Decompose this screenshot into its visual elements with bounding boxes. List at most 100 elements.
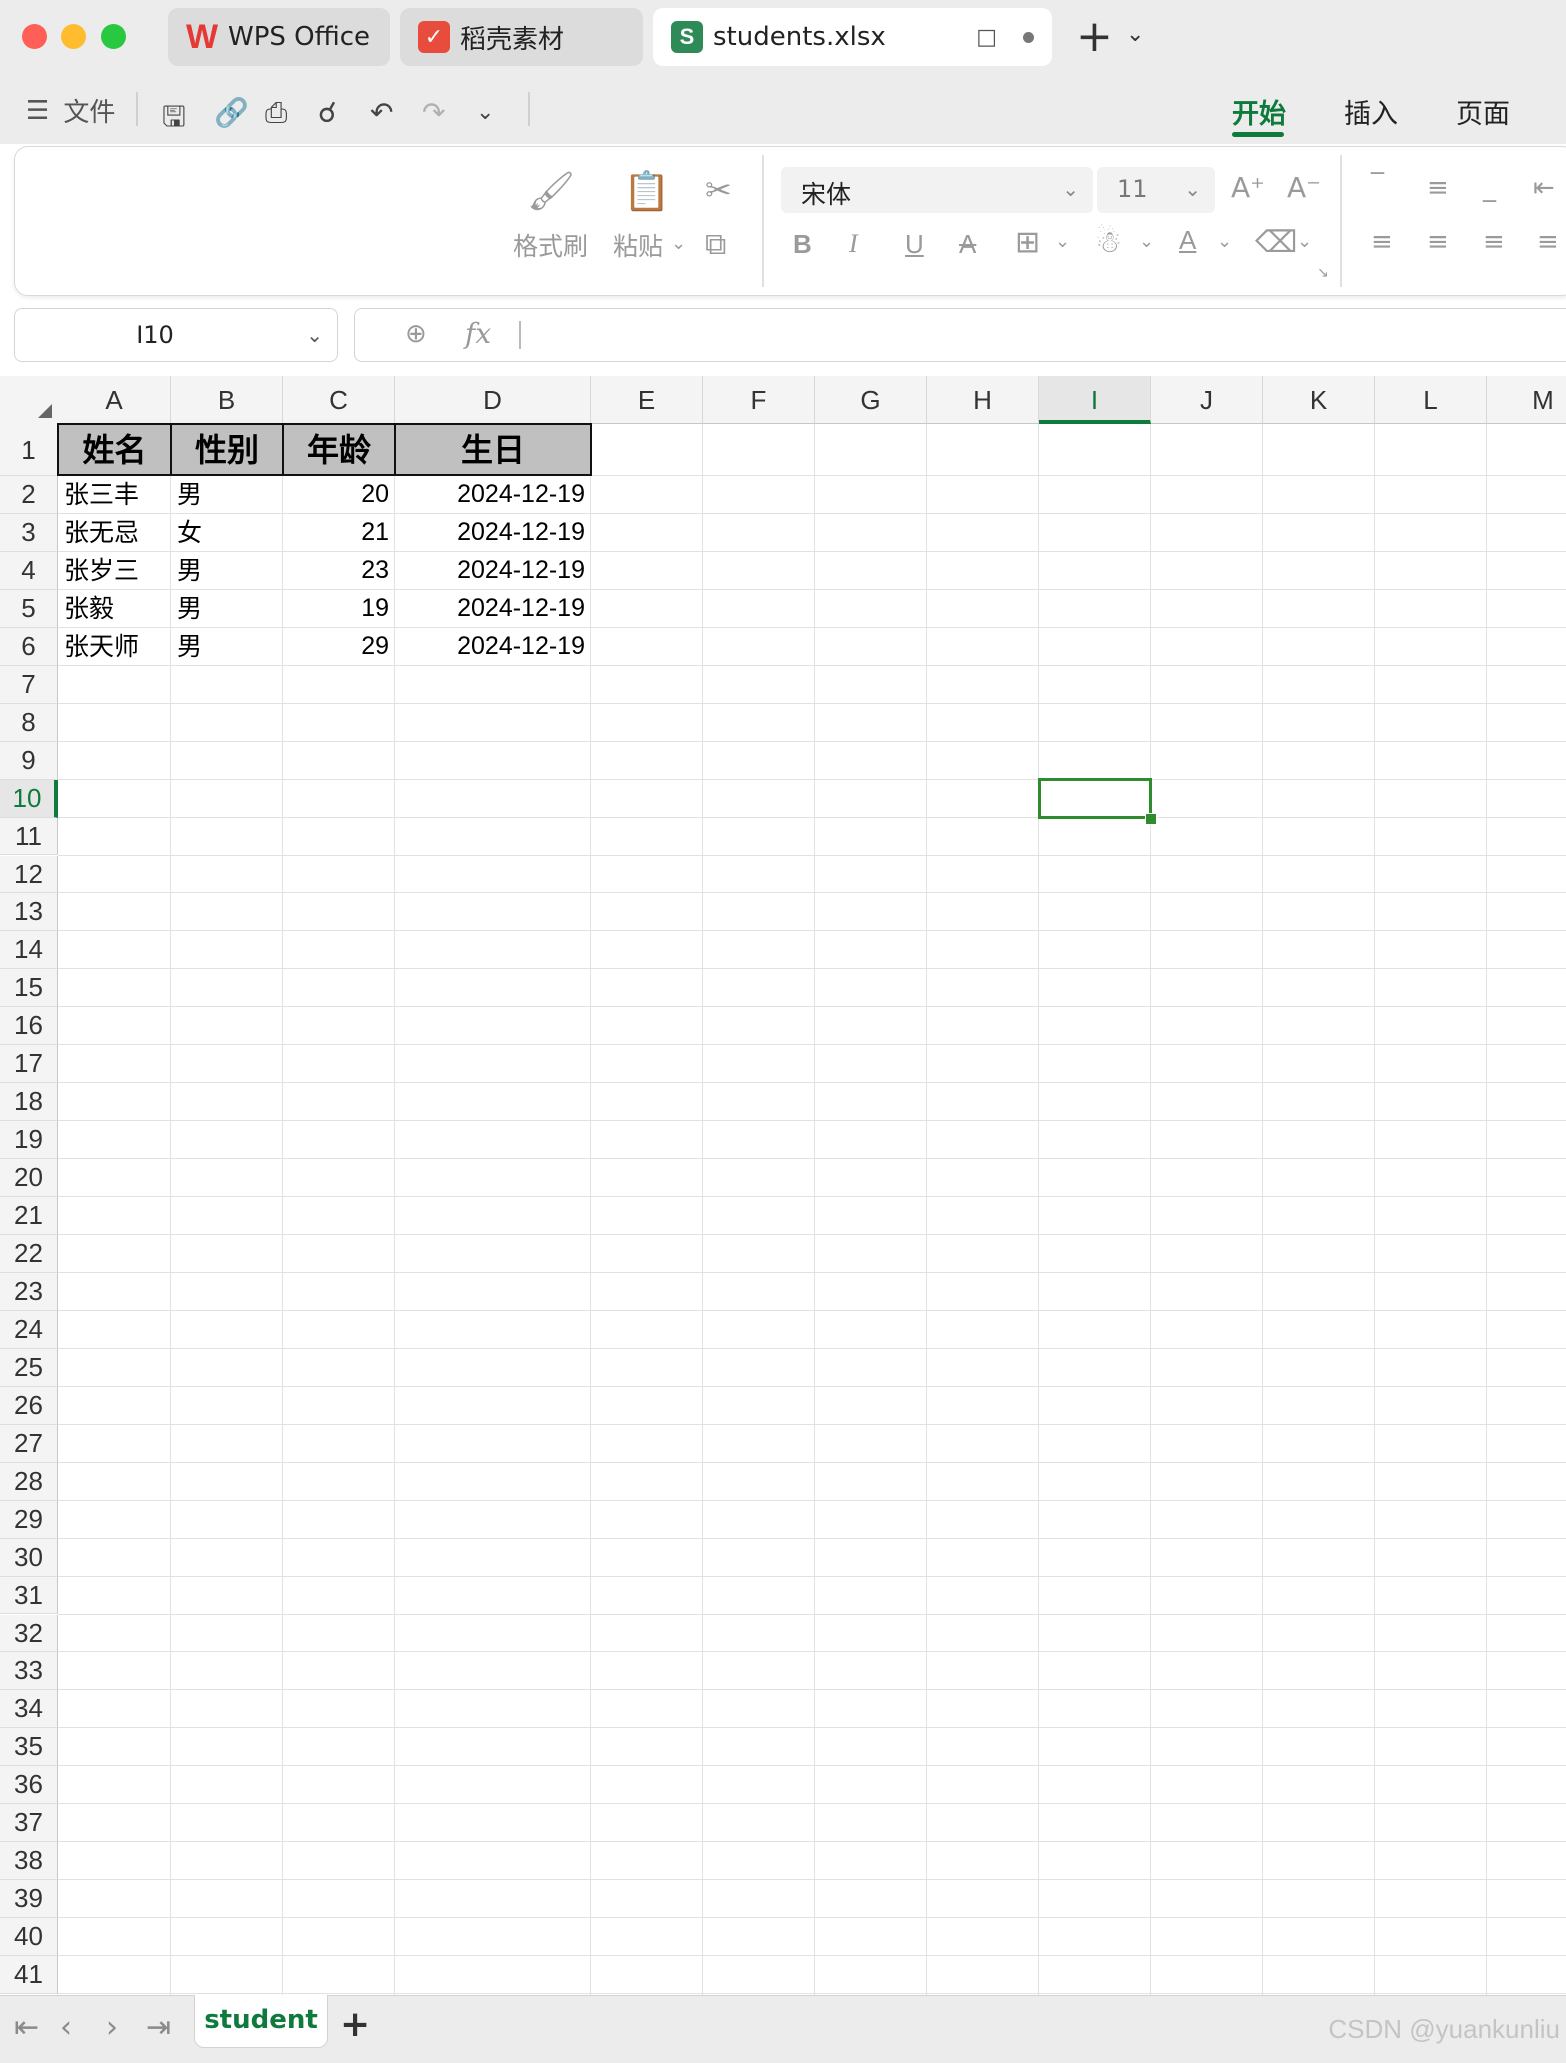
row-header-9[interactable]: 9: [0, 741, 58, 780]
row-header-38[interactable]: 38: [0, 1842, 58, 1881]
column-header-m[interactable]: M: [1487, 376, 1566, 424]
column-header-i[interactable]: I: [1039, 376, 1151, 424]
row-header-14[interactable]: 14: [0, 931, 58, 970]
column-header-l[interactable]: L: [1375, 376, 1487, 424]
row-header-40[interactable]: 40: [0, 1918, 58, 1957]
tab-wps-office[interactable]: W WPS Office: [168, 8, 390, 66]
row-header-18[interactable]: 18: [0, 1083, 58, 1122]
chevron-down-icon[interactable]: ⌄: [1297, 231, 1312, 252]
column-header-a[interactable]: A: [58, 376, 171, 424]
print-icon[interactable]: ⎙: [265, 96, 287, 130]
row-header-29[interactable]: 29: [0, 1500, 58, 1539]
decrease-font-icon[interactable]: A⁻: [1287, 171, 1321, 204]
row-header-31[interactable]: 31: [0, 1576, 58, 1615]
row-header-8[interactable]: 8: [0, 703, 58, 742]
fill-handle[interactable]: [1145, 812, 1157, 825]
paste-icon[interactable]: 📋: [623, 169, 670, 214]
undo-icon[interactable]: ↶: [370, 96, 393, 129]
italic-icon[interactable]: I: [849, 229, 858, 259]
chevron-down-icon[interactable]: ⌄: [1139, 231, 1154, 252]
chevron-down-icon[interactable]: ⌄: [1217, 231, 1232, 252]
table-cell[interactable]: 张岁三: [58, 552, 177, 590]
table-cell[interactable]: 张无忌: [58, 514, 177, 552]
table-cell[interactable]: 23: [283, 552, 395, 590]
table-cell[interactable]: 2024-12-19: [395, 476, 591, 514]
row-header-11[interactable]: 11: [0, 817, 58, 856]
row-header-16[interactable]: 16: [0, 1007, 58, 1046]
table-header-cell[interactable]: 年龄: [282, 423, 396, 476]
tab-insert[interactable]: 插入: [1344, 92, 1398, 131]
name-box[interactable]: I10 ⌄: [14, 308, 338, 362]
align-center-icon[interactable]: ≡: [1427, 227, 1449, 257]
add-sheet-button[interactable]: +: [340, 2004, 370, 2045]
column-header-g[interactable]: G: [815, 376, 927, 424]
column-header-h[interactable]: H: [927, 376, 1039, 424]
column-header-f[interactable]: F: [703, 376, 815, 424]
zoom-icon[interactable]: ⊕: [405, 319, 427, 349]
chevron-down-icon[interactable]: ⌄: [1055, 231, 1070, 252]
print-preview-icon[interactable]: ☌: [318, 96, 337, 129]
indent-decrease-icon[interactable]: ⇤: [1533, 173, 1555, 203]
table-cell[interactable]: 20: [283, 476, 395, 514]
column-header-d[interactable]: D: [395, 376, 591, 424]
last-sheet-icon[interactable]: ⇥: [146, 2010, 171, 2045]
table-cell[interactable]: 2024-12-19: [395, 628, 591, 666]
minimize-window-button[interactable]: [61, 24, 86, 49]
row-header-13[interactable]: 13: [0, 893, 58, 932]
row-header-12[interactable]: 12: [0, 855, 58, 894]
row-header-17[interactable]: 17: [0, 1045, 58, 1084]
tab-home[interactable]: 开始: [1232, 92, 1286, 131]
row-header-6[interactable]: 6: [0, 627, 58, 666]
align-left-icon[interactable]: ≡: [1371, 227, 1393, 257]
row-header-28[interactable]: 28: [0, 1462, 58, 1501]
column-header-e[interactable]: E: [591, 376, 703, 424]
underline-icon[interactable]: U: [905, 229, 924, 260]
save-icon[interactable]: 🖫: [162, 96, 186, 144]
table-cell[interactable]: 男: [171, 590, 289, 628]
table-cell[interactable]: 男: [171, 628, 289, 666]
table-cell[interactable]: 19: [283, 590, 395, 628]
row-header-33[interactable]: 33: [0, 1652, 58, 1691]
table-header-cell[interactable]: 姓名: [57, 423, 172, 476]
first-sheet-icon[interactable]: ⇤: [14, 2010, 39, 2045]
justify-icon[interactable]: ≡: [1537, 227, 1559, 257]
close-window-button[interactable]: [22, 24, 47, 49]
table-cell[interactable]: 29: [283, 628, 395, 666]
table-cell[interactable]: 男: [171, 552, 289, 590]
strikethrough-icon[interactable]: A: [959, 229, 976, 260]
row-header-3[interactable]: 3: [0, 513, 58, 552]
unsaved-dot-icon[interactable]: [1023, 31, 1034, 43]
table-header-cell[interactable]: 生日: [394, 423, 592, 476]
table-cell[interactable]: 21: [283, 514, 395, 552]
align-bottom-icon[interactable]: _: [1483, 173, 1496, 203]
align-middle-icon[interactable]: ≡: [1427, 173, 1449, 203]
row-header-10[interactable]: 10: [0, 779, 58, 818]
table-cell[interactable]: 2024-12-19: [395, 514, 591, 552]
new-tab-button[interactable]: +: [1076, 10, 1113, 64]
tab-daoke[interactable]: ✓ 稻壳素材: [400, 8, 643, 66]
font-size-select[interactable]: 11 ⌄: [1097, 167, 1215, 213]
file-menu[interactable]: ☰ 文件: [26, 92, 115, 129]
row-header-20[interactable]: 20: [0, 1159, 58, 1198]
function-icon[interactable]: fx: [465, 317, 491, 350]
font-settings-launcher-icon[interactable]: ↘: [1317, 265, 1329, 281]
sheet-tab-student[interactable]: student: [194, 1995, 328, 2048]
row-header-37[interactable]: 37: [0, 1804, 58, 1843]
monitor-icon[interactable]: □: [976, 25, 997, 50]
fill-color-icon[interactable]: ☃: [1095, 225, 1122, 260]
row-header-36[interactable]: 36: [0, 1766, 58, 1805]
row-header-27[interactable]: 27: [0, 1424, 58, 1463]
row-header-41[interactable]: 41: [0, 1956, 58, 1994]
row-header-5[interactable]: 5: [0, 589, 58, 628]
row-header-21[interactable]: 21: [0, 1197, 58, 1235]
cut-icon[interactable]: ✂: [705, 171, 732, 209]
table-cell[interactable]: 2024-12-19: [395, 590, 591, 628]
row-header-35[interactable]: 35: [0, 1728, 58, 1767]
row-header-1[interactable]: 1: [0, 424, 58, 476]
share-link-icon[interactable]: 🔗: [214, 96, 249, 129]
row-header-19[interactable]: 19: [0, 1121, 58, 1160]
copy-icon[interactable]: ⧉: [705, 227, 726, 262]
table-cell[interactable]: 女: [171, 514, 289, 552]
paste-label[interactable]: 粘贴: [613, 227, 663, 263]
font-color-icon[interactable]: A: [1179, 225, 1196, 256]
